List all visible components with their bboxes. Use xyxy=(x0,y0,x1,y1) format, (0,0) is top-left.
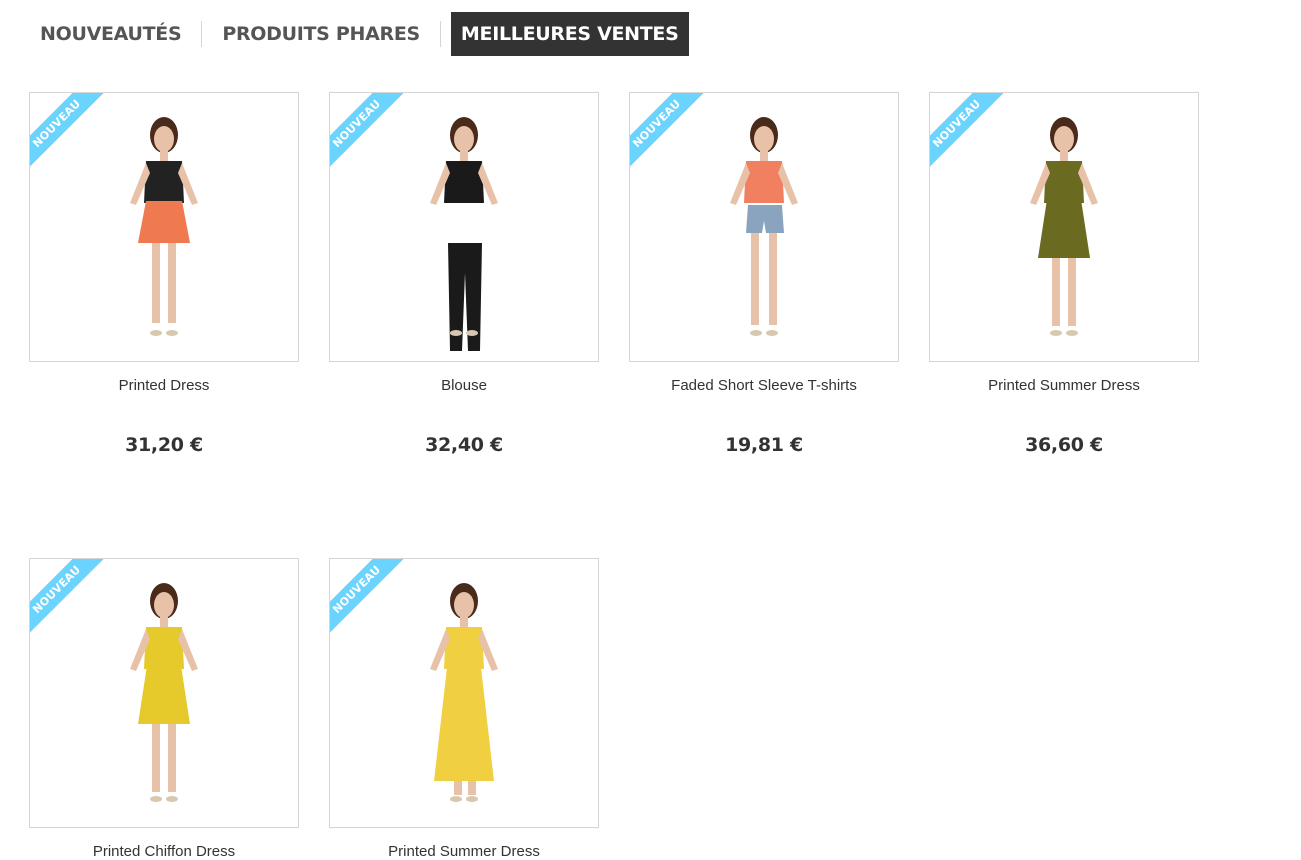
product-card[interactable]: NOUVEAU Faded Short Sleeve T-shirts 19,81 … xyxy=(629,92,899,456)
product-card[interactable]: NOUVEAU Printed Summer Dress xyxy=(329,558,599,860)
product-image[interactable]: NOUVEAU xyxy=(929,92,1199,362)
product-name[interactable]: Printed Summer Dress xyxy=(929,377,1199,394)
product-name[interactable]: Printed Dress xyxy=(29,377,299,394)
product-price: 19,81 € xyxy=(725,434,803,456)
product-image[interactable]: NOUVEAU xyxy=(29,558,299,828)
new-ribbon-label: NOUVEAU xyxy=(30,93,111,175)
tab-nouveautes[interactable]: NOUVEAUTÉS xyxy=(30,12,191,56)
new-ribbon: NOUVEAU xyxy=(30,559,112,641)
tab-meilleures-ventes[interactable]: MEILLEURES VENTES xyxy=(450,12,689,56)
new-ribbon: NOUVEAU xyxy=(630,93,712,175)
product-name[interactable]: Printed Chiffon Dress xyxy=(29,843,299,860)
tab-divider xyxy=(201,21,203,47)
new-ribbon-label: NOUVEAU xyxy=(330,559,411,641)
product-card[interactable]: NOUVEAU Blouse 32,40 € xyxy=(329,92,599,456)
product-name[interactable]: Printed Summer Dress xyxy=(329,843,599,860)
product-name[interactable]: Blouse xyxy=(329,377,599,394)
product-card[interactable]: NOUVEAU Printed Summer Dress 36,60 € xyxy=(929,92,1199,456)
new-ribbon: NOUVEAU xyxy=(330,93,412,175)
product-card[interactable]: NOUVEAU Printed Chiffon Dress xyxy=(29,558,299,860)
new-ribbon-label: NOUVEAU xyxy=(330,93,411,175)
new-ribbon: NOUVEAU xyxy=(330,559,412,641)
new-ribbon-label: NOUVEAU xyxy=(30,559,111,641)
new-ribbon-label: NOUVEAU xyxy=(630,93,711,175)
product-image[interactable]: NOUVEAU xyxy=(329,92,599,362)
new-ribbon-label: NOUVEAU xyxy=(930,93,1011,175)
product-image[interactable]: NOUVEAU xyxy=(329,558,599,828)
tab-divider xyxy=(439,21,441,47)
product-price: 31,20 € xyxy=(125,434,203,456)
tab-produits-phares[interactable]: PRODUITS PHARES xyxy=(212,12,430,56)
product-image[interactable]: NOUVEAU xyxy=(29,92,299,362)
new-ribbon: NOUVEAU xyxy=(930,93,1012,175)
product-price: 32,40 € xyxy=(425,434,503,456)
new-ribbon: NOUVEAU xyxy=(30,93,112,175)
product-tabs: NOUVEAUTÉS PRODUITS PHARES MEILLEURES VE… xyxy=(30,12,689,56)
product-card[interactable]: NOUVEAU Printed Dress 31,20 € xyxy=(29,92,299,456)
product-image[interactable]: NOUVEAU xyxy=(629,92,899,362)
product-name[interactable]: Faded Short Sleeve T-shirts xyxy=(629,377,899,394)
product-price: 36,60 € xyxy=(1025,434,1103,456)
